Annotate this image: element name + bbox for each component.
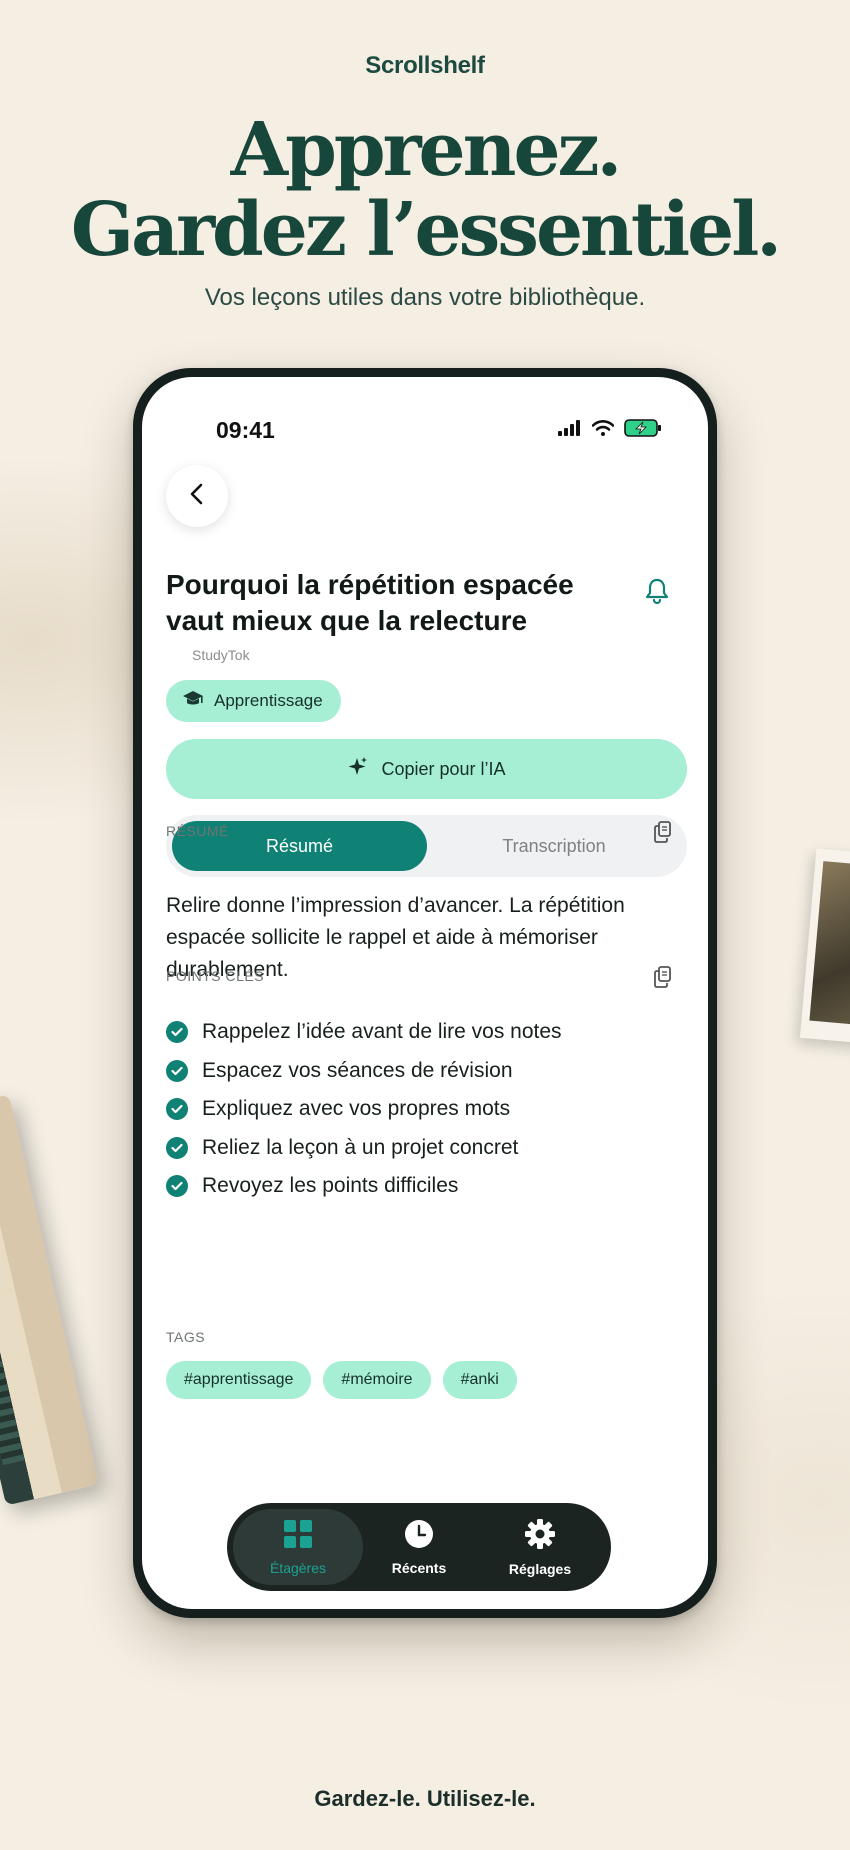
headline-line-2: Gardez l’essentiel.: [70, 187, 782, 273]
category-label: Apprentissage: [214, 691, 323, 710]
copy-icon: [654, 821, 672, 847]
tab-shelves[interactable]: Étagères: [233, 1509, 363, 1585]
status-time: 09:41: [216, 417, 275, 443]
phone-frame: 09:41 Pourquoi la répétition espacée vau…: [133, 368, 717, 1618]
wifi-icon: [591, 420, 615, 441]
video-title: Pourquoi la répétition espacée vaut mieu…: [166, 569, 574, 636]
tag-chip[interactable]: #mémoire: [323, 1361, 431, 1399]
phone-screen: 09:41 Pourquoi la répétition espacée vau…: [142, 377, 708, 1609]
key-point-text: Revoyez les points difficiles: [202, 1174, 459, 1198]
battery-charging-icon: [624, 419, 662, 442]
copy-for-ai-label: Copier pour l’IA: [381, 758, 506, 779]
check-circle-icon: [166, 1098, 188, 1121]
check-circle-icon: [166, 1021, 188, 1044]
check-circle-icon: [166, 1136, 188, 1159]
list-item: Espacez vos séances de révision: [166, 1052, 562, 1091]
list-item: Expliquez avec vos propres mots: [166, 1090, 562, 1129]
check-circle-icon: [166, 1175, 188, 1198]
tab-settings[interactable]: Réglages: [475, 1509, 605, 1585]
reminder-button[interactable]: [644, 577, 670, 610]
sparkle-icon: [347, 756, 369, 783]
key-points-list: Rappelez l’idée avant de lire vos notes …: [166, 1013, 562, 1206]
headline: Apprenez. Gardez l’essentiel.: [0, 110, 850, 270]
key-points-heading: POINTS CLÉS: [166, 968, 265, 984]
bell-icon: [644, 578, 670, 609]
graduation-cap-icon: [182, 690, 204, 713]
status-icons: [558, 419, 662, 442]
subtitle: Vos leçons utiles dans votre bibliothèqu…: [204, 284, 646, 311]
video-source: StudyTok: [192, 647, 250, 663]
summary-heading: RÉSUMÉ: [166, 823, 229, 839]
bottom-tab-bar: Étagères Récents Réglages: [227, 1503, 611, 1591]
key-point-text: Espacez vos séances de révision: [202, 1058, 513, 1082]
grid-icon: [283, 1519, 313, 1552]
brand-name: Scrollshelf: [365, 52, 485, 79]
tags-heading: TAGS: [166, 1329, 206, 1345]
tab-label: Réglages: [508, 1560, 572, 1577]
view-switcher: Résumé Transcription: [166, 815, 687, 877]
signal-icon: [558, 420, 582, 441]
tab-transcription[interactable]: Transcription: [427, 821, 681, 871]
copy-icon: [654, 966, 672, 992]
clock-icon: [404, 1519, 434, 1552]
chevron-left-icon: [187, 482, 207, 511]
tags-list: #apprentissage #mémoire #anki: [166, 1361, 517, 1399]
gear-icon: [524, 1518, 556, 1553]
footer-tagline: Gardez-le. Utilisez-le.: [314, 1786, 536, 1811]
list-item: Rappelez l’idée avant de lire vos notes: [166, 1013, 562, 1052]
check-circle-icon: [166, 1059, 188, 1082]
copy-for-ai-button[interactable]: Copier pour l’IA: [166, 739, 687, 799]
key-point-text: Expliquez avec vos propres mots: [202, 1097, 511, 1121]
key-point-text: Rappelez l’idée avant de lire vos notes: [202, 1020, 562, 1044]
back-button[interactable]: [166, 465, 228, 527]
tag-chip[interactable]: #apprentissage: [166, 1361, 312, 1399]
tag-chip[interactable]: #anki: [442, 1361, 517, 1399]
category-pill[interactable]: Apprentissage: [166, 680, 341, 722]
key-point-text: Reliez la leçon à un projet concret: [202, 1135, 519, 1159]
list-item: Reliez la leçon à un projet concret: [166, 1129, 562, 1168]
list-item: Revoyez les points difficiles: [166, 1167, 562, 1206]
tab-label: Étagères: [269, 1559, 327, 1576]
tab-label: Récents: [391, 1559, 447, 1576]
copy-key-points-button[interactable]: [654, 966, 672, 993]
tab-recents[interactable]: Récents: [354, 1509, 484, 1585]
copy-summary-button[interactable]: [654, 821, 672, 848]
headline-line-1: Apprenez.: [230, 107, 623, 193]
